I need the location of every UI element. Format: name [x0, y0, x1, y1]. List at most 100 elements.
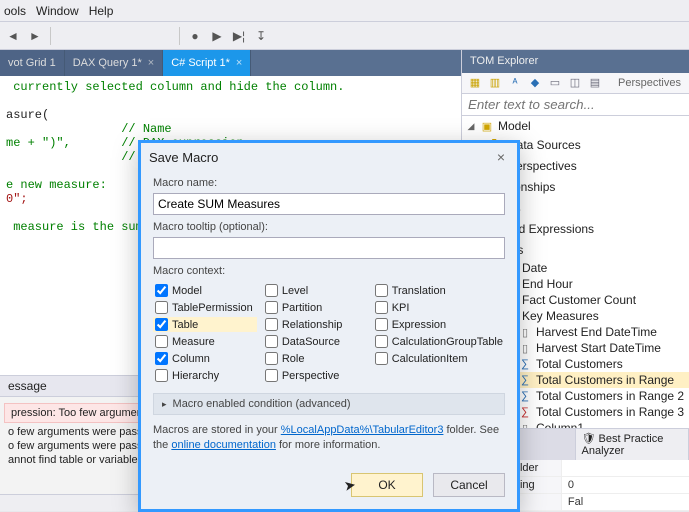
dialog-title: Save Macro — [149, 150, 218, 165]
context-checkbox[interactable] — [155, 301, 168, 314]
context-option[interactable]: Measure — [153, 334, 257, 349]
context-checkbox[interactable] — [375, 335, 388, 348]
context-checkbox[interactable] — [375, 284, 388, 297]
expander-label: Macro enabled condition (advanced) — [173, 398, 351, 410]
tom-icon[interactable]: ▤ — [586, 74, 604, 92]
advanced-expander[interactable]: ▸ Macro enabled condition (advanced) — [153, 393, 505, 415]
context-option[interactable]: Relationship — [263, 317, 367, 332]
context-option[interactable]: Table — [153, 317, 257, 332]
field-label-tooltip: Macro tooltip (optional): — [153, 221, 505, 233]
macro-name-input[interactable] — [153, 193, 505, 215]
close-icon[interactable]: × — [236, 57, 242, 69]
context-checkbox[interactable] — [375, 301, 388, 314]
context-label: TablePermission — [172, 302, 253, 314]
link-docs[interactable]: online documentation — [171, 439, 276, 451]
context-option[interactable]: TablePermission — [153, 300, 257, 315]
context-option[interactable]: Level — [263, 283, 367, 298]
context-option[interactable]: Translation — [373, 283, 505, 298]
ok-button[interactable]: ➤ OK — [351, 473, 423, 497]
context-option[interactable]: CalculationGroupTable — [373, 334, 505, 349]
toolbar-separator — [179, 27, 180, 45]
context-label: Model — [172, 285, 202, 297]
note-text: for more information. — [276, 439, 381, 451]
run-icon[interactable]: ▶ — [206, 25, 228, 47]
tree-node-model[interactable]: ◢▣Model — [462, 118, 689, 134]
context-label: Table — [172, 319, 198, 331]
context-option[interactable]: Model — [153, 283, 257, 298]
context-label: Translation — [392, 285, 446, 297]
perspectives-dropdown[interactable]: Perspectives — [618, 77, 685, 89]
context-checkbox[interactable] — [265, 369, 278, 382]
context-option[interactable]: CalculationItem — [373, 351, 505, 366]
context-option[interactable]: Role — [263, 351, 367, 366]
context-option[interactable]: Partition — [263, 300, 367, 315]
tom-icon[interactable]: ᴬ — [506, 74, 524, 92]
context-option[interactable]: DataSource — [263, 334, 367, 349]
context-label: KPI — [392, 302, 410, 314]
save-macro-dialog: Save Macro × Macro name: Macro tooltip (… — [138, 140, 520, 512]
tab-label: C# Script 1* — [171, 57, 230, 69]
close-icon[interactable]: × — [493, 149, 509, 165]
tab-label: Best Practice Analyzer — [582, 433, 664, 457]
context-label: Partition — [282, 302, 322, 314]
macro-storage-note: Macros are stored in your %LocalAppData%… — [153, 419, 505, 455]
context-label: Expression — [392, 319, 446, 331]
context-option[interactable]: Perspective — [263, 368, 367, 383]
context-label: Perspective — [282, 370, 339, 382]
editor-tab-strip: vot Grid 1 DAX Query 1* × C# Script 1* × — [0, 50, 461, 76]
tab-bpa[interactable]: 🛡 Best Practice Analyzer — [576, 429, 689, 460]
menu-item-tools[interactable]: ools — [4, 4, 26, 18]
record-icon[interactable]: ● — [184, 25, 206, 47]
tab-label: DAX Query 1* — [73, 57, 142, 69]
context-label: Role — [282, 353, 305, 365]
toolbar-spacer — [55, 25, 175, 47]
context-option[interactable]: Hierarchy — [153, 368, 257, 383]
menu-item-window[interactable]: Window — [36, 4, 79, 18]
context-option[interactable]: KPI — [373, 300, 505, 315]
context-checkbox[interactable] — [155, 335, 168, 348]
context-checkbox[interactable] — [265, 352, 278, 365]
context-label: Relationship — [282, 319, 343, 331]
tom-icon[interactable]: ▦ — [466, 74, 484, 92]
context-option[interactable]: Expression — [373, 317, 505, 332]
tab-csharp-script[interactable]: C# Script 1* × — [163, 50, 251, 76]
context-checkbox[interactable] — [375, 318, 388, 331]
context-label: Level — [282, 285, 308, 297]
tom-search-input[interactable] — [462, 94, 689, 116]
tom-icon[interactable]: ◫ — [566, 74, 584, 92]
tom-toolbar: ▦ ▥ ᴬ ◆ ▭ ◫ ▤ Perspectives — [462, 73, 689, 94]
context-option[interactable]: Column — [153, 351, 257, 366]
context-label: DataSource — [282, 336, 340, 348]
tab-pivot-grid[interactable]: vot Grid 1 — [0, 50, 65, 76]
tab-label: vot Grid 1 — [8, 57, 56, 69]
context-checkbox[interactable] — [375, 352, 388, 365]
toolbar: ◄ ► ● ▶ ▶¦ ↧ — [0, 22, 689, 50]
context-checkbox[interactable] — [265, 318, 278, 331]
macro-tooltip-input[interactable] — [153, 237, 505, 259]
context-checkbox[interactable] — [155, 318, 168, 331]
stop-icon[interactable]: ↧ — [250, 25, 272, 47]
cancel-button[interactable]: Cancel — [433, 473, 505, 497]
tom-icon[interactable]: ▭ — [546, 74, 564, 92]
context-checkbox[interactable] — [265, 284, 278, 297]
tom-icon[interactable]: ▥ — [486, 74, 504, 92]
button-label: OK — [378, 478, 395, 492]
context-label: CalculationGroupTable — [392, 336, 503, 348]
button-label: Cancel — [450, 478, 487, 492]
link-localappdata[interactable]: %LocalAppData%\TabularEditor3 — [281, 424, 444, 436]
context-checkbox[interactable] — [155, 284, 168, 297]
menu-item-help[interactable]: Help — [89, 4, 114, 18]
macro-context-grid: Model Level Translation TablePermission Part… — [153, 281, 505, 389]
context-label: Measure — [172, 336, 215, 348]
context-checkbox[interactable] — [155, 352, 168, 365]
tom-icon[interactable]: ◆ — [526, 74, 544, 92]
tab-dax-query[interactable]: DAX Query 1* × — [65, 50, 164, 76]
context-checkbox[interactable] — [265, 335, 278, 348]
context-checkbox[interactable] — [155, 369, 168, 382]
debug-icon[interactable]: ▶¦ — [228, 25, 250, 47]
context-label: Hierarchy — [172, 370, 219, 382]
toolbar-back-icon[interactable]: ◄ — [2, 25, 24, 47]
context-checkbox[interactable] — [265, 301, 278, 314]
close-icon[interactable]: × — [148, 57, 154, 69]
toolbar-fwd-icon[interactable]: ► — [24, 25, 46, 47]
